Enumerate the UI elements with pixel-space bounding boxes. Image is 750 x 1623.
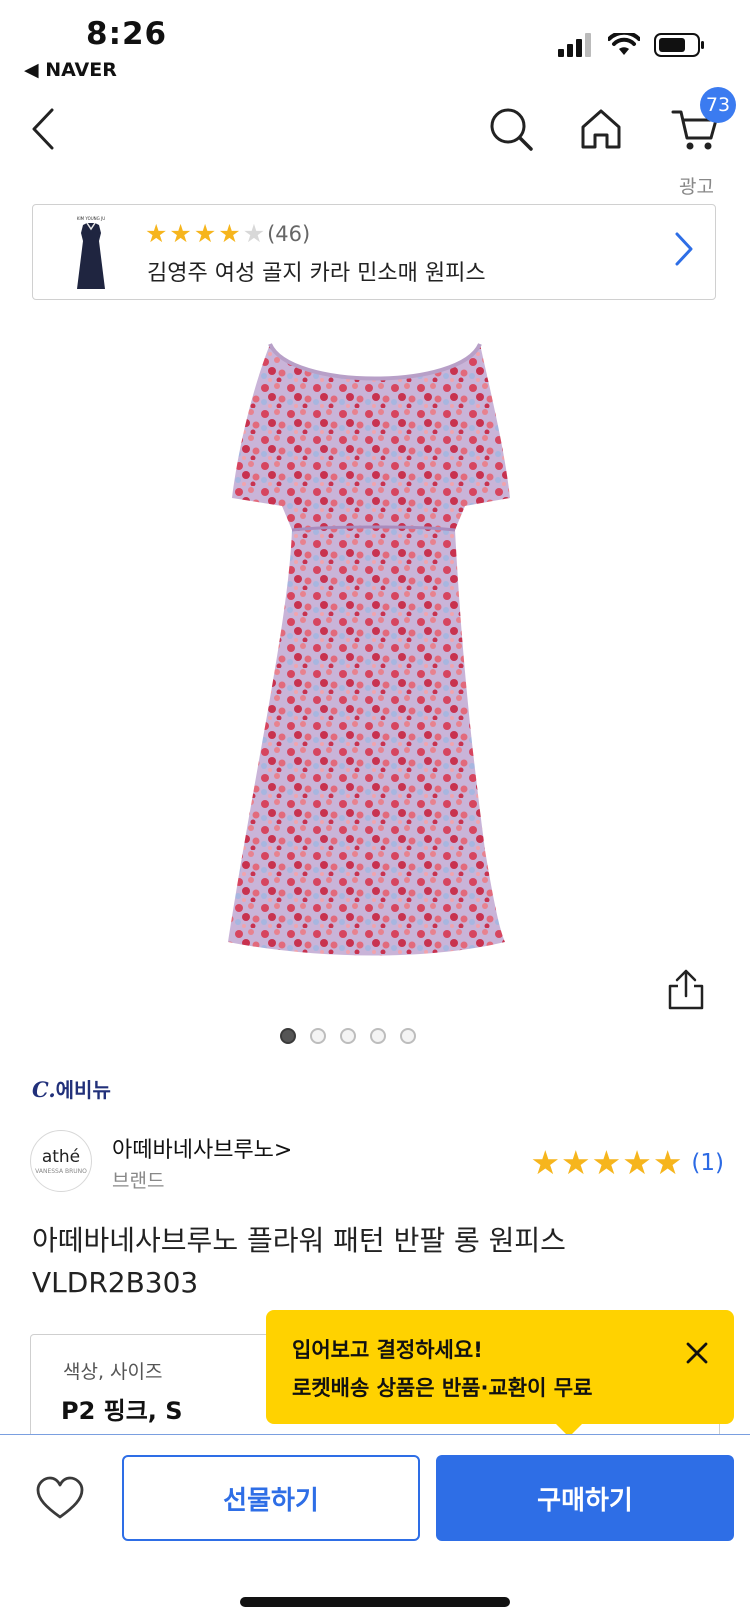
star-icon: ★ (193, 219, 217, 248)
product-title-line2: VLDR2B303 (32, 1266, 199, 1299)
home-button[interactable] (566, 90, 636, 168)
carousel-dot-active[interactable] (280, 1028, 296, 1044)
star-icon: ★ (169, 219, 192, 248)
brand-avatar-text: athé (41, 1147, 81, 1167)
buy-button[interactable]: 구매하기 (436, 1455, 734, 1541)
svg-text:KIM YOUNG JU: KIM YOUNG JU (77, 216, 105, 221)
rocket-delivery-tooltip: 입어보고 결정하세요! 로켓배송 상품은 반품·교환이 무료 (266, 1310, 734, 1437)
back-to-app-link[interactable]: ◀ NAVER (24, 59, 117, 81)
star-icon: ★ (622, 1143, 652, 1182)
wifi-icon (608, 33, 640, 55)
ad-rating-count: (46) (267, 221, 311, 246)
close-icon[interactable] (682, 1338, 712, 1368)
chevron-left-icon (32, 108, 54, 150)
seller-logo[interactable]: C.에비뉴 (32, 1074, 111, 1103)
option-label: 색상, 사이즈 (63, 1361, 163, 1383)
carousel-dots (0, 1028, 750, 1044)
search-button[interactable] (476, 90, 546, 168)
brand-sub-label: 브랜드 (112, 1170, 165, 1192)
star-icon: ★ (145, 219, 168, 248)
brand-avatar-subtext: VANESSA BRUNO (35, 1168, 87, 1175)
status-time: 8:26 (86, 16, 168, 52)
ad-label: 광고 (679, 176, 714, 198)
back-button[interactable] (8, 90, 78, 168)
star-icon: ★ (591, 1143, 622, 1182)
chevron-right-icon (675, 232, 693, 266)
brand-name-link[interactable]: 아떼바네사브루노> (112, 1132, 292, 1164)
seller-logo-mark: C. (32, 1077, 56, 1102)
ad-product-thumbnail: KIM YOUNG JU (49, 211, 133, 295)
brand-row: athé VANESSA BRUNO 아떼바네사브루노> 브랜드 ★ ★ ★ ★… (0, 1130, 750, 1200)
ad-rating: ★ ★ ★ ★ ★ (46) (145, 221, 310, 246)
search-icon (490, 108, 533, 151)
tooltip-line2: 로켓배송 상품은 반품·교환이 무료 (292, 1376, 593, 1400)
ad-title: 김영주 여성 골지 카라 민소매 원피스 (147, 261, 486, 286)
carousel-dot[interactable] (340, 1028, 356, 1044)
share-icon[interactable] (664, 968, 708, 1012)
cart-count-badge: 73 (700, 87, 736, 123)
star-empty-icon: ★ (242, 219, 266, 248)
star-icon: ★ (530, 1143, 561, 1182)
brand-avatar[interactable]: athé VANESSA BRUNO (30, 1130, 92, 1192)
star-icon: ★ (561, 1143, 591, 1182)
status-bar: 8:26 ◀ NAVER (0, 0, 750, 88)
signal-icon (558, 33, 591, 57)
bottom-action-bar: 선물하기 구매하기 (0, 1434, 750, 1623)
ad-banner[interactable]: KIM YOUNG JU ★ ★ ★ ★ ★ (46) 김영주 여성 골지 카라… (32, 204, 716, 300)
star-icon: ★ (218, 219, 241, 248)
product-title-line1: 아떼바네사브루노 플라워 패턴 반팔 롱 원피스 (32, 1224, 566, 1257)
heart-icon[interactable] (34, 1473, 86, 1525)
home-indicator (240, 1597, 510, 1607)
seller-logo-text: 에비뉴 (55, 1078, 111, 1102)
status-icons (558, 32, 706, 58)
brand-rating[interactable]: ★ ★ ★ ★ ★ (1) (530, 1146, 724, 1179)
product-image[interactable] (0, 330, 750, 990)
review-count: (1) (691, 1149, 724, 1176)
carousel-dot[interactable] (310, 1028, 326, 1044)
tooltip-line1: 입어보고 결정하세요! (292, 1338, 483, 1362)
star-icon: ★ (652, 1143, 683, 1182)
option-value: P2 핑크, S (61, 1397, 183, 1425)
product-title: 아떼바네사브루노 플라워 패턴 반팔 롱 원피스 VLDR2B303 (32, 1220, 722, 1304)
battery-icon (654, 33, 704, 57)
cart-button[interactable]: 73 (660, 87, 736, 168)
top-nav: 73 (0, 87, 750, 180)
gift-button[interactable]: 선물하기 (122, 1455, 420, 1541)
carousel-dot[interactable] (400, 1028, 416, 1044)
carousel-dot[interactable] (370, 1028, 386, 1044)
home-icon (581, 109, 621, 149)
